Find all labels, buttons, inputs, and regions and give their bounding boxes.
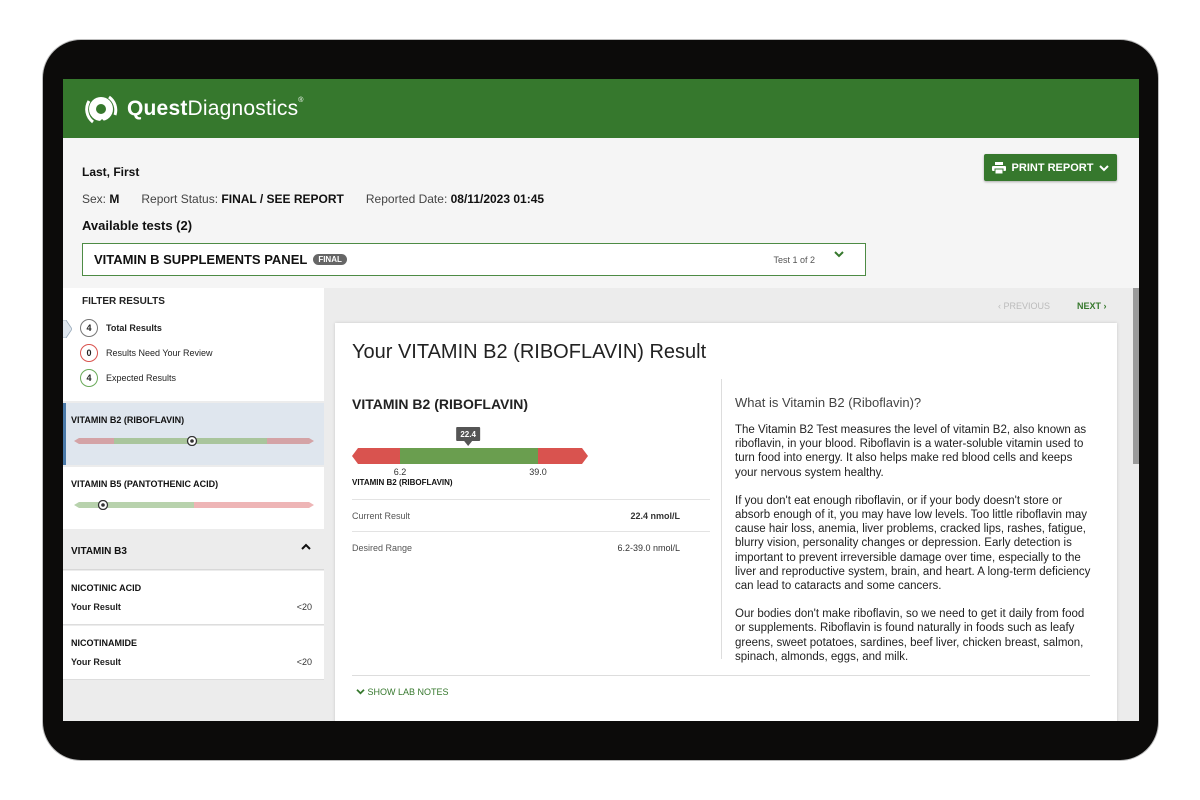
quest-logo-icon xyxy=(85,95,118,128)
date-field: Reported Date: 08/11/2023 01:45 xyxy=(366,192,544,206)
sex-value: M xyxy=(109,192,120,206)
print-report-label: PRINT REPORT xyxy=(1011,161,1094,174)
sub-item-value: <20 xyxy=(296,602,312,612)
gauge-low-label: 6.2 xyxy=(394,467,407,477)
result-rows: Current Result 22.4 nmol/L Desired Range… xyxy=(352,499,710,563)
sidebar-item-vitamin-b2[interactable]: VITAMIN B2 (RIBOFLAVIN) xyxy=(63,403,324,465)
test-count: Test 1 of 2 xyxy=(773,254,815,265)
filter-needs-review[interactable]: 0 Results Need Your Review xyxy=(80,344,213,362)
result-marker xyxy=(186,436,198,446)
filter-expected-results[interactable]: 4 Expected Results xyxy=(80,369,176,387)
brand-name-light: Diagnostics xyxy=(187,97,299,120)
row-label: Desired Range xyxy=(352,542,413,553)
sex-label: Sex: xyxy=(82,192,107,206)
info-title: What is Vitamin B2 (Riboflavin)? xyxy=(735,395,922,410)
row-label: Current Result xyxy=(352,510,411,521)
chevron-up-icon xyxy=(301,543,311,550)
count-circle: 0 xyxy=(80,344,98,362)
gauge-value-marker: 22.4 xyxy=(456,427,481,446)
result-heading: Your VITAMIN B2 (RIBOFLAVIN) Result xyxy=(352,341,707,363)
sub-item-label: Your Result xyxy=(71,602,121,612)
trademark: ® xyxy=(298,97,304,104)
next-label: NEXT xyxy=(1077,301,1102,311)
chevron-down-icon xyxy=(1099,164,1110,171)
sub-item-value: <20 xyxy=(296,657,312,667)
panel-name: VITAMIN B SUPPLEMENTS PANEL xyxy=(94,252,308,267)
quest-logo[interactable]: QuestDiagnostics® xyxy=(81,89,304,129)
status-label: Report Status: xyxy=(141,192,219,206)
gauge-high-label: 39.0 xyxy=(529,467,547,477)
count-circle: 4 xyxy=(80,369,98,387)
filter-results: FILTER RESULTS 4 Total Results 0 Results… xyxy=(63,288,324,401)
gauge-normal-zone xyxy=(400,448,538,464)
scrollbar[interactable] xyxy=(1133,288,1139,464)
sidebar-item-label: VITAMIN B2 (RIBOFLAVIN) xyxy=(71,415,185,425)
range-gauge: 22.4 6.2 39.0 xyxy=(352,427,588,477)
app-screen: QuestDiagnostics® Last, First Sex: M Rep… xyxy=(63,79,1139,721)
date-label: Reported Date: xyxy=(365,192,448,206)
gauge-high-zone xyxy=(538,448,588,464)
filter-label: Expected Results xyxy=(106,373,177,383)
desired-range-value: 6.2-39.0 nmol/L xyxy=(617,542,680,553)
current-result-value: 22.4 nmol/L xyxy=(630,510,680,521)
column-divider xyxy=(721,379,722,659)
date-value: 08/11/2023 01:45 xyxy=(450,192,545,206)
chevron-down-icon xyxy=(834,251,844,258)
desired-range-row: Desired Range 6.2-39.0 nmol/L xyxy=(352,531,710,563)
sex-field: Sex: M xyxy=(82,192,119,206)
header-bar: QuestDiagnostics® xyxy=(63,79,1139,138)
lab-notes-label: SHOW LAB NOTES xyxy=(367,687,449,697)
filter-label: Total Results xyxy=(106,323,162,333)
info-paragraph: Our bodies don't make riboflavin, so we … xyxy=(735,608,1085,663)
print-report-button[interactable]: PRINT REPORT xyxy=(984,154,1117,181)
sidebar-item-nicotinic-acid[interactable]: NICOTINIC ACID Your Result <20 xyxy=(63,571,324,625)
sub-item-title: NICOTINIC ACID xyxy=(71,583,142,593)
sub-item-label: Your Result xyxy=(71,657,121,667)
result-card: Your VITAMIN B2 (RIBOFLAVIN) Result VITA… xyxy=(335,323,1117,721)
info-paragraph: If you don't eat enough riboflavin, or i… xyxy=(735,494,1091,593)
status-badge: FINAL xyxy=(313,254,347,265)
previous-label: PREVIOUS xyxy=(1003,301,1051,311)
show-lab-notes-toggle[interactable]: SHOW LAB NOTES xyxy=(356,687,449,697)
result-summary: VITAMIN B2 (RIBOFLAVIN) 22.4 6.2 39.0 VI… xyxy=(352,396,710,553)
test-info: What is Vitamin B2 (Riboflavin)? The Vit… xyxy=(735,395,1095,678)
gauge-low-zone xyxy=(352,448,400,464)
sidebar-item-label: VITAMIN B5 (PANTOTHENIC ACID) xyxy=(71,479,219,489)
gauge-value-label: 22.4 xyxy=(460,430,476,439)
test-panel-selector[interactable]: VITAMIN B SUPPLEMENTS PANEL FINAL Test 1… xyxy=(82,243,866,276)
brand-name-bold: Quest xyxy=(127,97,188,120)
sidebar-item-nicotinamide[interactable]: NICOTINAMIDE Your Result <20 xyxy=(63,626,324,680)
filter-title: FILTER RESULTS xyxy=(82,296,165,307)
available-tests-heading: Available tests (2) xyxy=(82,218,193,233)
test-name: VITAMIN B2 (RIBOFLAVIN) xyxy=(352,396,529,412)
chevron-down-icon xyxy=(356,689,365,695)
results-sidebar: FILTER RESULTS 4 Total Results 0 Results… xyxy=(63,288,324,721)
filter-label: Results Need Your Review xyxy=(106,348,213,358)
current-result-row: Current Result 22.4 nmol/L xyxy=(352,499,710,531)
status-value: FINAL / SEE REPORT xyxy=(221,192,344,206)
sidebar-item-vitamin-b5[interactable]: VITAMIN B5 (PANTOTHENIC ACID) xyxy=(63,467,324,529)
previous-button[interactable]: ‹ PREVIOUS xyxy=(998,301,1050,311)
info-paragraph: The Vitamin B2 Test measures the level o… xyxy=(735,424,1087,479)
gauge-caption: VITAMIN B2 (RIBOFLAVIN) xyxy=(352,478,453,487)
count-circle: 4 xyxy=(80,319,98,337)
printer-icon xyxy=(991,161,1006,174)
sub-item-title: NICOTINAMIDE xyxy=(71,638,137,648)
result-main: ‹ PREVIOUS NEXT › Your VITAMIN B2 (RIBOF… xyxy=(324,288,1139,721)
group-title: VITAMIN B3 xyxy=(71,546,127,557)
divider xyxy=(352,675,1090,676)
group-vitamin-b3-toggle[interactable]: VITAMIN B3 xyxy=(63,532,324,570)
mini-range-gauge xyxy=(74,436,314,446)
mini-range-gauge xyxy=(74,500,314,510)
selected-pointer-icon xyxy=(63,320,72,338)
brand-name: QuestDiagnostics® xyxy=(127,97,304,121)
report-meta: Sex: M Report Status: FINAL / SEE REPORT… xyxy=(82,192,544,206)
filter-total-results[interactable]: 4 Total Results xyxy=(80,319,162,337)
result-marker xyxy=(97,500,109,510)
patient-name: Last, First xyxy=(82,165,140,179)
status-field: Report Status: FINAL / SEE REPORT xyxy=(141,192,344,206)
next-button[interactable]: NEXT › xyxy=(1077,301,1107,311)
